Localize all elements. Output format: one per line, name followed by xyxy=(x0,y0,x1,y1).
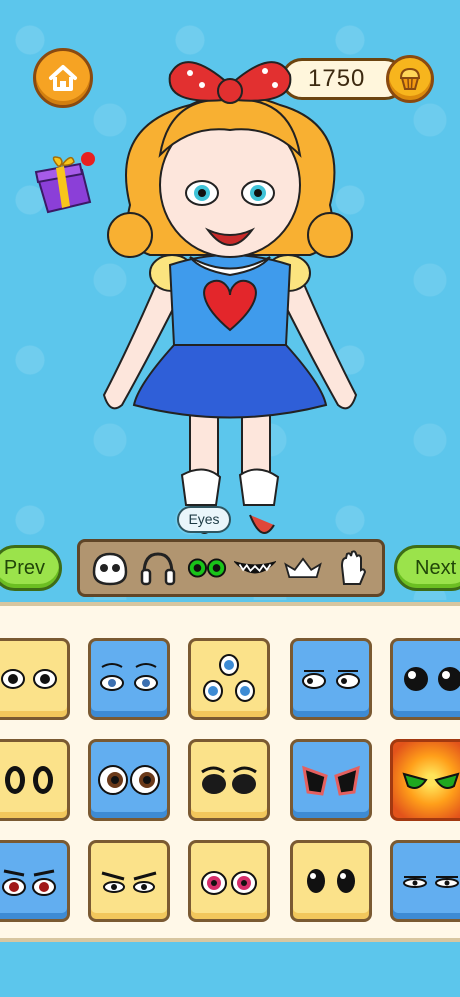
eye-option-red-eyes[interactable] xyxy=(0,840,70,922)
face-icon xyxy=(92,552,128,586)
category-hat[interactable] xyxy=(282,547,324,589)
headphones-icon xyxy=(141,552,176,586)
eye-option-sideways-eyes[interactable] xyxy=(290,638,372,720)
eye-option-round-eyes[interactable] xyxy=(0,638,70,720)
eye-option-narrow-eyes[interactable] xyxy=(390,840,460,922)
prev-button[interactable]: Prev xyxy=(0,545,62,591)
category-face[interactable] xyxy=(89,547,131,589)
home-icon xyxy=(49,65,77,91)
category-headphones[interactable] xyxy=(137,547,179,589)
eye-option-black-drop-eyes[interactable] xyxy=(290,840,372,922)
eye-option-three-eyes[interactable] xyxy=(188,638,270,720)
eye-option-angry-eyes[interactable] xyxy=(88,840,170,922)
category-tooltip: Eyes xyxy=(177,506,231,533)
eye-options-grid xyxy=(0,602,460,942)
coin-icon[interactable] xyxy=(386,55,434,103)
character-avatar xyxy=(102,61,358,534)
home-button[interactable] xyxy=(33,48,93,108)
sideways-eyes-icon xyxy=(302,670,360,689)
bottom-padding xyxy=(0,942,460,997)
three-eyes-icon xyxy=(203,654,255,702)
angry-eyes-icon xyxy=(101,871,157,893)
cupcake-icon xyxy=(399,67,421,90)
eye-option-brown-eyes[interactable] xyxy=(88,739,170,821)
eye-option-red-rim-eyes[interactable] xyxy=(290,739,372,821)
sleepy-eyes-icon xyxy=(100,663,158,691)
character-stage: 1750 Eyes Prev Next xyxy=(0,0,460,600)
round-eyes-icon xyxy=(1,669,57,689)
narrow-eyes-icon xyxy=(403,876,459,888)
black-white-eyes-icon xyxy=(404,667,460,691)
mouth-icon xyxy=(234,561,277,574)
eye-option-oval-black-eyes[interactable] xyxy=(0,739,70,821)
brown-eyes-icon xyxy=(98,765,160,795)
eyes-icon xyxy=(187,558,226,578)
pink-eyes-icon xyxy=(201,871,257,895)
category-bar xyxy=(77,539,385,597)
eye-option-black-white-eyes[interactable] xyxy=(390,638,460,720)
dark-goggle-eyes-icon xyxy=(201,766,257,794)
category-eyes[interactable] xyxy=(186,547,228,589)
eye-option-fire-green-eyes[interactable] xyxy=(390,739,460,821)
red-rim-eyes-icon xyxy=(302,765,360,796)
category-hand[interactable] xyxy=(331,547,373,589)
hand-icon xyxy=(340,550,366,585)
category-mouth[interactable] xyxy=(234,547,277,589)
oval-black-eyes-icon xyxy=(5,766,53,794)
eye-option-sleepy-eyes[interactable] xyxy=(88,638,170,720)
black-drop-eyes-icon xyxy=(307,869,355,893)
fire-green-eyes-icon xyxy=(402,772,460,789)
hat-icon xyxy=(284,557,323,579)
eye-option-dark-goggle-eyes[interactable] xyxy=(188,739,270,821)
red-eyes-icon xyxy=(2,869,56,896)
eye-option-pink-eyes[interactable] xyxy=(188,840,270,922)
next-button[interactable]: Next xyxy=(394,545,460,591)
